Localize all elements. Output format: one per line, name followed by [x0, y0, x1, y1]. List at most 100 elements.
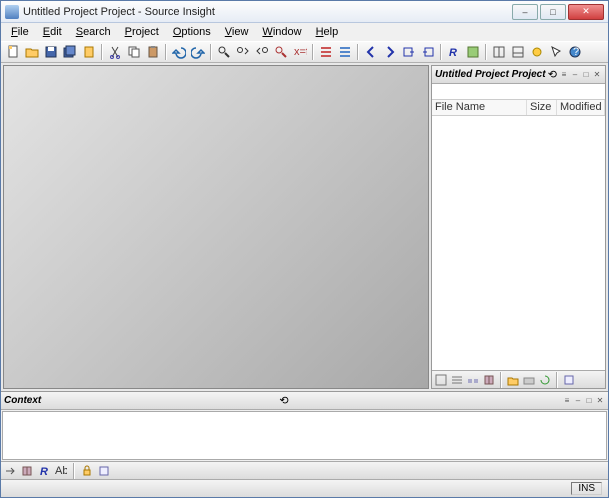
toolbar-separator — [556, 372, 558, 388]
svg-text:R: R — [449, 47, 457, 59]
context-panel-toolbar: R Ab — [1, 461, 608, 479]
panel-sync-icon[interactable]: ⟲ — [548, 68, 557, 81]
editor-area[interactable] — [3, 65, 429, 389]
menu-project[interactable]: Project — [119, 25, 165, 39]
regex-icon[interactable]: x=f — [291, 43, 309, 61]
list-view-icon[interactable] — [317, 43, 335, 61]
toolbar-separator — [101, 44, 103, 60]
toolbar-separator — [210, 44, 212, 60]
window-title: Untitled Project Project - Source Insigh… — [23, 6, 512, 18]
context-refresh-icon[interactable]: ⟲ — [279, 394, 288, 407]
menubar: File Edit Search Project Options View Wi… — [1, 23, 608, 41]
symbol-icon[interactable] — [528, 43, 546, 61]
open-file-icon[interactable] — [23, 43, 41, 61]
project-panel-header: Untitled Project Project ⟲ ≡ – □ ✕ — [432, 66, 605, 84]
panel-restore-icon[interactable]: □ — [581, 70, 591, 80]
panel-menu-icon[interactable]: ≡ — [562, 396, 572, 406]
toolbar-separator — [357, 44, 359, 60]
ctx-nav-icon[interactable] — [3, 464, 17, 478]
svg-text:R: R — [40, 466, 48, 477]
panel-close-icon[interactable]: ✕ — [592, 70, 602, 80]
save-all-icon[interactable] — [61, 43, 79, 61]
toolbar-separator — [165, 44, 167, 60]
status-ins: INS — [571, 482, 602, 495]
content-area: Untitled Project Project ⟲ ≡ – □ ✕ File … — [1, 63, 608, 391]
svg-text:x=f: x=f — [294, 46, 307, 58]
replace-icon[interactable] — [272, 43, 290, 61]
col-filename[interactable]: File Name — [432, 100, 527, 115]
redo-icon[interactable] — [189, 43, 207, 61]
help-icon[interactable]: ? — [566, 43, 584, 61]
toolbar-separator — [73, 463, 75, 479]
goto-def-icon[interactable] — [400, 43, 418, 61]
menu-edit[interactable]: Edit — [37, 25, 68, 39]
book-icon[interactable] — [20, 464, 34, 478]
layout-icon[interactable] — [490, 43, 508, 61]
context-icon[interactable] — [509, 43, 527, 61]
ctx-abc-icon[interactable]: Ab — [54, 464, 68, 478]
nav-back-icon[interactable] — [362, 43, 380, 61]
maximize-button[interactable]: □ — [540, 4, 566, 20]
find-icon[interactable] — [215, 43, 233, 61]
main-toolbar: x=f R ? — [1, 41, 608, 63]
nav-forward-icon[interactable] — [381, 43, 399, 61]
svg-text:?: ? — [573, 46, 579, 58]
toolbar-separator — [500, 372, 502, 388]
context-panel: Context ⟲ ≡ – □ ✕ R Ab — [1, 391, 608, 479]
view-tree-icon[interactable] — [466, 373, 480, 387]
project-panel-toolbar — [432, 370, 605, 388]
ctx-props-icon[interactable] — [97, 464, 111, 478]
col-modified[interactable]: Modified — [557, 100, 605, 115]
panel-menu-icon[interactable]: ≡ — [559, 70, 569, 80]
remove-file-icon[interactable] — [522, 373, 536, 387]
ctx-relation-icon[interactable]: R — [37, 464, 51, 478]
svg-text:Ab: Ab — [55, 465, 67, 477]
list-view2-icon[interactable] — [336, 43, 354, 61]
project-filter-row[interactable] — [432, 84, 605, 100]
panel-min-icon[interactable]: – — [570, 70, 580, 80]
new-file-icon[interactable] — [4, 43, 22, 61]
menu-file[interactable]: File — [5, 25, 35, 39]
undo-icon[interactable] — [170, 43, 188, 61]
pointer-icon[interactable] — [547, 43, 565, 61]
app-window: Untitled Project Project - Source Insigh… — [0, 0, 609, 498]
add-file-icon[interactable] — [506, 373, 520, 387]
props-icon[interactable] — [562, 373, 576, 387]
panel-restore-icon[interactable]: □ — [584, 396, 594, 406]
find-prev-icon[interactable] — [253, 43, 271, 61]
project-panel: Untitled Project Project ⟲ ≡ – □ ✕ File … — [431, 65, 606, 389]
refresh-icon[interactable] — [538, 373, 552, 387]
menu-help[interactable]: Help — [310, 25, 345, 39]
view-detail-icon[interactable] — [450, 373, 464, 387]
view-list-icon[interactable] — [434, 373, 448, 387]
copy-icon[interactable] — [125, 43, 143, 61]
project-file-list[interactable] — [432, 116, 605, 370]
panel-close-icon[interactable]: ✕ — [595, 396, 605, 406]
menu-view[interactable]: View — [219, 25, 255, 39]
paste-icon[interactable] — [144, 43, 162, 61]
context-body[interactable] — [2, 411, 607, 460]
cut-icon[interactable] — [106, 43, 124, 61]
save-icon[interactable] — [42, 43, 60, 61]
menu-options[interactable]: Options — [167, 25, 217, 39]
close-button[interactable]: ✕ — [568, 4, 604, 20]
close-file-icon[interactable] — [80, 43, 98, 61]
menu-window[interactable]: Window — [256, 25, 307, 39]
panel-min-icon[interactable]: – — [573, 396, 583, 406]
project-list-header: File Name Size Modified — [432, 100, 605, 116]
parse-icon[interactable] — [464, 43, 482, 61]
minimize-button[interactable]: – — [512, 4, 538, 20]
goto-ref-icon[interactable] — [419, 43, 437, 61]
statusbar: INS — [1, 479, 608, 497]
project-panel-title: Untitled Project Project — [435, 69, 548, 80]
find-next-icon[interactable] — [234, 43, 252, 61]
window-controls: – □ ✕ — [512, 4, 604, 20]
toolbar-separator — [440, 44, 442, 60]
toolbar-separator — [485, 44, 487, 60]
ctx-lock-icon[interactable] — [80, 464, 94, 478]
app-icon — [5, 5, 19, 19]
book-icon[interactable] — [482, 373, 496, 387]
menu-search[interactable]: Search — [70, 25, 117, 39]
col-size[interactable]: Size — [527, 100, 557, 115]
relation-icon[interactable]: R — [445, 43, 463, 61]
